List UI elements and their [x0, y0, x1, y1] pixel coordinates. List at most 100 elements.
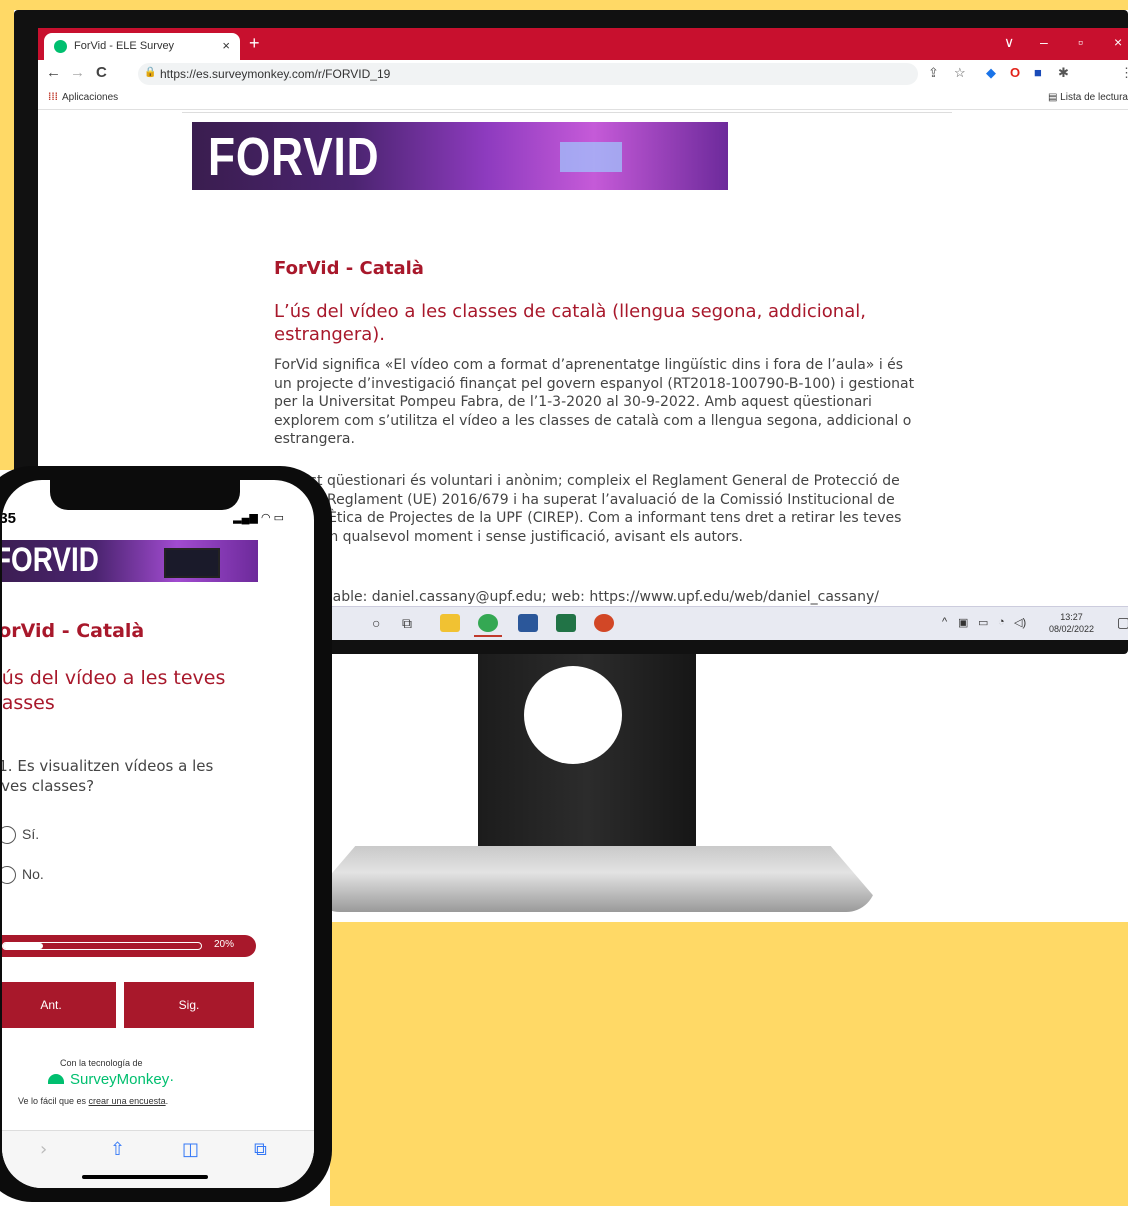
monitor-stand-neck [478, 640, 696, 866]
reading-list-icon: ▤ [1047, 92, 1061, 103]
yellow-background-left [0, 0, 14, 470]
privacy-paragraph: Aquest qüestionari és voluntari i anònim… [274, 473, 902, 545]
next-button[interactable]: Sig. [124, 982, 254, 1028]
menu-dots-icon[interactable]: ⋮ [1120, 65, 1128, 81]
powered-by-text: Con la tecnología de [60, 1058, 143, 1068]
contact-paragraph: Responsable: daniel.cassany@upf.edu; web… [274, 589, 879, 605]
intro-paragraph: ForVid significa «El vídeo com a format … [274, 357, 915, 447]
tab-close-icon[interactable]: × [222, 38, 230, 53]
tabs-icon[interactable]: ⧉ [254, 1139, 267, 1160]
phone-survey-subtitle: L'ús del vídeo a les teves classes [2, 667, 226, 714]
excel-icon[interactable] [556, 614, 576, 632]
new-tab-button[interactable]: + [249, 33, 260, 54]
forward-icon[interactable]: › [40, 1139, 47, 1160]
phone-banner-text: FORVID [2, 541, 99, 579]
clock-date: 08/02/2022 [1048, 624, 1094, 634]
address-bar: ← → C 🔒 https://es.surveymonkey.com/r/FO… [38, 60, 1128, 88]
progress-fill [3, 943, 43, 949]
survey-subtitle: L’ús del vídeo a les classes de català (… [274, 301, 866, 345]
extensions-puzzle-icon[interactable]: ✱ [1058, 65, 1069, 81]
back-button[interactable]: ← [46, 64, 61, 81]
prev-button[interactable]: Ant. [2, 982, 116, 1028]
safari-toolbar: › ⇧ ◫ ⧉ [2, 1130, 314, 1188]
forward-button[interactable]: → [70, 64, 85, 81]
phone-forvid-banner: FORVID [2, 540, 258, 582]
phone-status-icons: ▂▄▆ ◠ ▭ [233, 512, 284, 524]
progress-percent: 20% [213, 939, 234, 950]
create-survey-link[interactable]: crear una encuesta [89, 1096, 166, 1106]
extension-hat-icon[interactable]: ◆ [986, 65, 996, 81]
divider [182, 112, 952, 113]
easy-text: Ve lo fácil que es [18, 1096, 89, 1106]
option-si-label: Sí. [22, 826, 40, 842]
progress-track [2, 942, 202, 950]
meet-now-icon[interactable]: ▣ [958, 616, 968, 629]
apps-shortcut[interactable]: ⁞⁞⁞ Aplicaciones [48, 92, 118, 103]
browser-tab-bar: ForVid - ELE Survey × + ∨ – ▫ × [38, 28, 1128, 60]
apps-grid-icon: ⁞⁞⁞ [48, 92, 58, 103]
option-no-label: No. [22, 866, 44, 882]
battery-icon[interactable]: ▭ [978, 616, 988, 629]
apps-label: Aplicaciones [62, 92, 119, 103]
surveymonkey-mark: · [169, 1071, 175, 1088]
phone-notch [50, 480, 240, 510]
phone-screen: 3:35 ▂▄▆ ◠ ▭ FORVID ForVid - Català L'ús… [2, 480, 314, 1188]
url-text: https://es.surveymonkey.com/r/FORVID_19 [160, 67, 391, 81]
opera-extension-icon[interactable]: O [1010, 65, 1020, 80]
banner-text: FORVID [208, 127, 380, 187]
easy-end: . [165, 1096, 169, 1106]
url-input[interactable]: 🔒 https://es.surveymonkey.com/r/FORVID_1… [138, 63, 918, 85]
lock-icon: 🔒 [144, 67, 157, 78]
close-window-button[interactable]: × [1114, 34, 1122, 50]
phone-question: * 1. Es visualitzen vídeos a les teves c… [2, 757, 214, 795]
extension-blue-icon[interactable]: ■ [1034, 65, 1042, 80]
smartphone: 3:35 ▂▄▆ ◠ ▭ FORVID ForVid - Català L'ús… [0, 466, 332, 1202]
reload-button[interactable]: C [96, 64, 107, 81]
tab-search-icon[interactable]: ∨ [1004, 34, 1014, 51]
phone-screen-image [560, 142, 622, 172]
taskbar-clock[interactable]: 13:27 08/02/2022 [1049, 611, 1094, 635]
phone-survey-title: ForVid - Català [2, 620, 145, 642]
file-explorer-icon[interactable] [440, 614, 460, 632]
tray-chevron-icon[interactable]: ^ [942, 616, 947, 628]
surveymonkey-name: SurveyMonkey [70, 1071, 170, 1088]
bookmarks-bar: ⁞⁞⁞ Aplicaciones ▤ Lista de lectura [38, 88, 1128, 110]
surveymonkey-logo-icon [48, 1074, 64, 1084]
phone-banner-image [164, 548, 220, 578]
browser-tab[interactable]: ForVid - ELE Survey × [44, 33, 240, 60]
bookmark-star-icon[interactable]: ☆ [954, 65, 966, 81]
option-si[interactable]: Sí. [2, 826, 40, 845]
task-view-icon[interactable]: ⧉ [402, 615, 412, 632]
volume-icon[interactable]: ◁) [1014, 616, 1026, 629]
word-icon[interactable] [518, 614, 538, 632]
phone-time: 3:35 [2, 510, 17, 527]
site-title: ForVid - Català [274, 258, 424, 279]
share-icon[interactable]: ⇧ [110, 1139, 125, 1160]
share-icon[interactable]: ⇪ [928, 65, 939, 81]
maximize-button[interactable]: ▫ [1078, 34, 1083, 50]
create-survey-text: Ve lo fácil que es crear una encuesta. [18, 1096, 168, 1106]
minimize-button[interactable]: – [1040, 34, 1048, 50]
surveymonkey-favicon-icon [54, 40, 67, 53]
forvid-banner: FORVID [192, 122, 728, 190]
reading-list-label: Lista de lectura [1060, 92, 1128, 103]
radio-no[interactable] [2, 866, 16, 885]
reading-list[interactable]: ▤ Lista de lectura [1048, 92, 1128, 103]
tab-title: ForVid - ELE Survey [74, 40, 175, 52]
notifications-icon[interactable]: ▢ [1117, 614, 1128, 631]
progress-bar: 20% [2, 935, 256, 957]
cortana-search-icon[interactable]: ○ [372, 615, 380, 631]
monitor-stand-base [310, 846, 876, 912]
cable-hole [524, 666, 622, 764]
surveymonkey-brand[interactable]: SurveyMonkey· [48, 1071, 174, 1088]
radio-si[interactable] [2, 826, 16, 845]
yellow-background-bottom-right [330, 922, 1128, 1206]
chrome-icon[interactable] [474, 614, 502, 637]
wifi-icon[interactable]: ◔ [998, 616, 1005, 628]
powerpoint-icon[interactable] [594, 614, 614, 632]
yellow-background-top [0, 0, 1128, 10]
home-indicator[interactable] [82, 1175, 208, 1179]
clock-time: 13:27 [1060, 612, 1083, 622]
option-no[interactable]: No. [2, 866, 44, 885]
bookmarks-book-icon[interactable]: ◫ [182, 1139, 199, 1160]
